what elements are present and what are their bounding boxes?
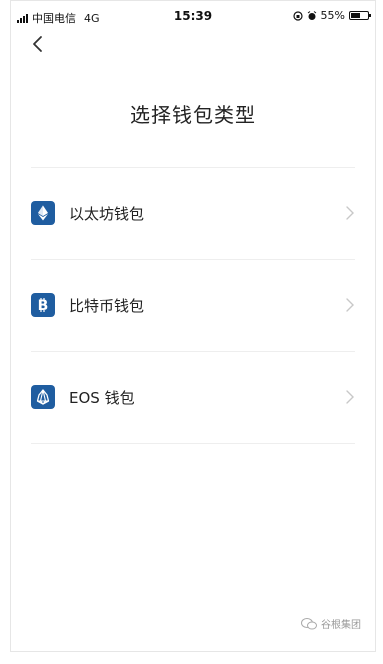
wallet-label: 以太坊钱包 <box>69 204 145 223</box>
status-right: 55% <box>292 9 371 22</box>
watermark: 谷根集团 <box>301 616 361 631</box>
wallet-option-eos[interactable]: EOS 钱包 <box>31 352 355 442</box>
orientation-lock-icon <box>292 10 303 21</box>
bitcoin-icon: B <box>31 293 55 317</box>
chevron-right-icon <box>346 298 354 312</box>
battery-percent: 55% <box>320 9 345 22</box>
watermark-text: 谷根集团 <box>321 620 361 631</box>
back-button[interactable] <box>27 33 51 57</box>
chevron-left-icon <box>33 36 42 52</box>
chevron-right-icon <box>346 206 354 220</box>
wechat-icon <box>301 617 317 629</box>
status-bar: 中国电信 4G 15:39 55% <box>11 1 375 31</box>
wallet-option-bitcoin[interactable]: B 比特币钱包 <box>31 260 355 350</box>
battery-icon <box>349 11 371 20</box>
wallet-label: 比特币钱包 <box>69 296 145 315</box>
page-title: 选择钱包类型 <box>130 103 256 127</box>
chevron-right-icon <box>346 390 354 404</box>
wallet-label: EOS 钱包 <box>69 388 135 407</box>
battery-fill <box>351 13 360 18</box>
svg-text:B: B <box>38 298 49 313</box>
divider <box>31 443 355 444</box>
ethereum-icon <box>31 201 55 225</box>
alarm-icon <box>307 10 316 20</box>
app-screen: 中国电信 4G 15:39 55% 选择钱包类型 以太坊钱包 B 比特币钱包 E… <box>10 0 376 652</box>
wallet-option-ethereum[interactable]: 以太坊钱包 <box>31 168 355 258</box>
eos-icon <box>31 385 55 409</box>
